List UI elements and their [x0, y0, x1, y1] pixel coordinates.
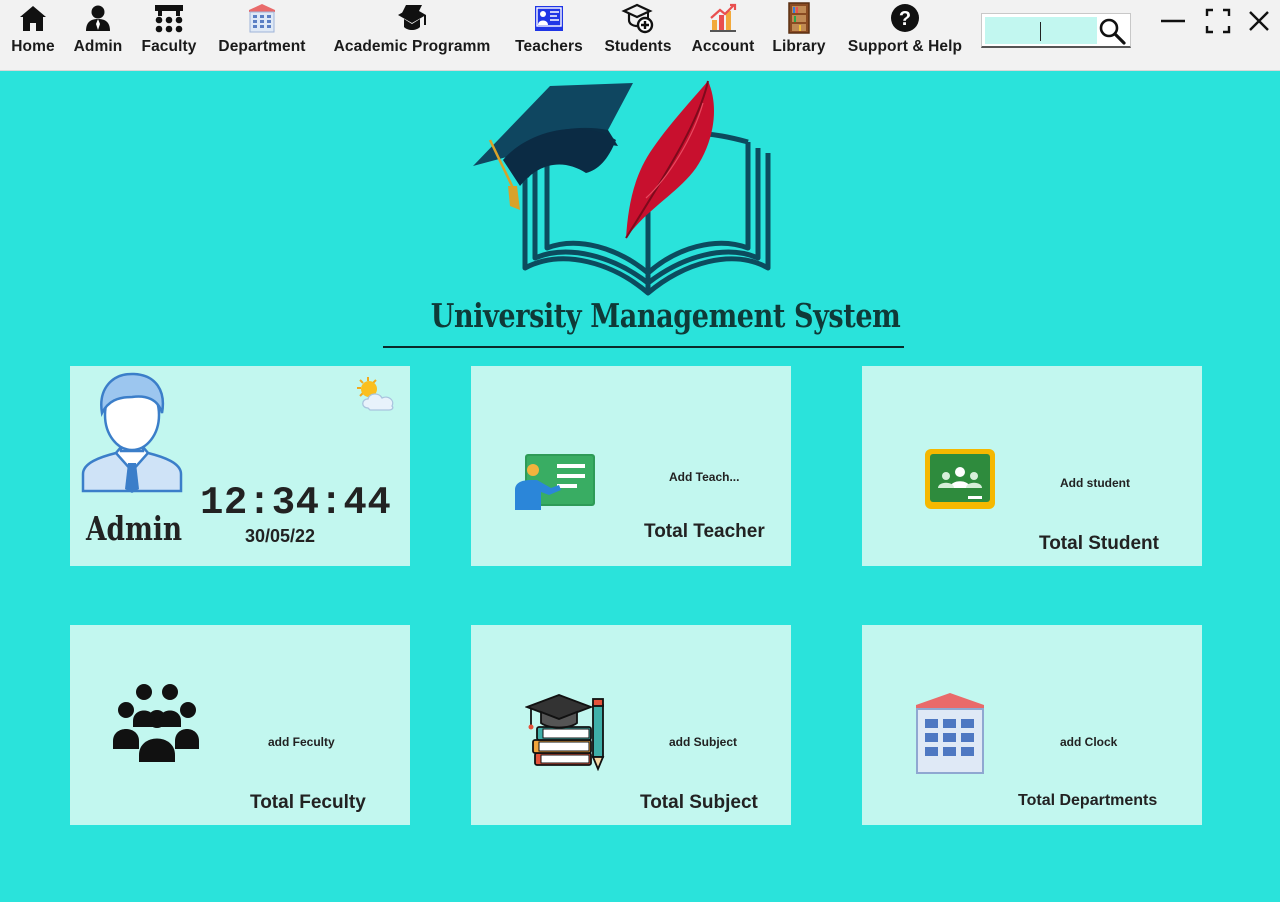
teacher-card[interactable]: Add Teach... Total Teacher — [471, 366, 791, 566]
faculty-card[interactable]: add Feculty Total Feculty — [70, 625, 410, 825]
add-student-link[interactable]: Add student — [1060, 476, 1130, 490]
close-icon[interactable] — [1244, 6, 1274, 36]
search-icon[interactable] — [1097, 16, 1127, 46]
classroom-icon — [924, 448, 996, 515]
student-card[interactable]: Add student Total Student — [862, 366, 1202, 566]
title-underline — [383, 346, 904, 348]
books-cap-pencil-icon — [524, 693, 609, 776]
nav-library[interactable]: Library — [768, 0, 830, 62]
clock-date: 30/05/22 — [245, 526, 316, 546]
nav-support-help[interactable]: ? Support & Help — [842, 0, 968, 62]
add-department-link[interactable]: add Clock — [1060, 735, 1117, 749]
text-caret — [1040, 22, 1041, 41]
svg-text:?: ? — [899, 8, 911, 30]
add-teacher-link[interactable]: Add Teach... — [669, 470, 739, 484]
library-icon — [782, 1, 816, 35]
total-student-label: Total Student — [1039, 533, 1159, 554]
nav-home-label: Home — [11, 38, 55, 55]
admin-avatar-icon — [80, 371, 184, 498]
graduation-cap-book-quill-icon — [473, 80, 771, 296]
admin-name: Admin — [86, 509, 183, 548]
total-departments-label: Total Departments — [1018, 792, 1158, 809]
subject-card[interactable]: add Subject Total Subject — [471, 625, 791, 825]
faculty-icon — [152, 1, 186, 35]
department-icon — [245, 1, 279, 35]
nav-faculty[interactable]: Faculty — [138, 0, 200, 62]
teacher-board-icon — [513, 452, 597, 517]
nav-department[interactable]: Department — [212, 0, 312, 62]
nav-account[interactable]: Account — [689, 0, 757, 62]
university-logo — [468, 78, 778, 300]
students-icon — [621, 1, 655, 35]
add-subject-link[interactable]: add Subject — [669, 735, 737, 749]
nav-academic-program[interactable]: Academic Programm — [326, 0, 498, 62]
nav-support-help-label: Support & Help — [847, 38, 963, 55]
nav-academic-program-label: Academic Programm — [333, 38, 491, 55]
minimize-icon[interactable] — [1158, 6, 1188, 36]
sun-cloud-icon — [354, 376, 398, 417]
nav-students[interactable]: Students — [600, 0, 676, 62]
home-icon — [16, 1, 50, 35]
clock-time: 12:34:44 — [200, 481, 392, 525]
nav-department-label: Department — [218, 38, 306, 55]
academic-program-icon — [395, 1, 429, 35]
total-teacher-label: Total Teacher — [644, 521, 765, 542]
nav-admin-label: Admin — [73, 38, 123, 55]
nav-admin[interactable]: Admin — [71, 0, 125, 62]
account-icon — [706, 1, 740, 35]
total-subject-label: Total Subject — [640, 792, 758, 813]
admin-icon — [81, 1, 115, 35]
search-input[interactable] — [985, 17, 1097, 44]
teachers-icon — [532, 1, 566, 35]
nav-account-label: Account — [691, 38, 755, 55]
nav-teachers-label: Teachers — [515, 38, 583, 55]
total-faculty-label: Total Feculty — [250, 792, 366, 813]
nav-students-label: Students — [604, 38, 672, 55]
top-navigation-bar: Home Admin Faculty Department Academic P… — [0, 0, 1280, 71]
group-people-icon — [112, 683, 200, 768]
nav-library-label: Library — [772, 38, 826, 55]
support-help-icon: ? — [888, 1, 922, 35]
admin-card: Admin 12:34:44 30/05/22 — [70, 366, 410, 566]
search-box — [981, 13, 1131, 48]
nav-teachers[interactable]: Teachers — [511, 0, 587, 62]
department-card[interactable]: add Clock Total Departments — [862, 625, 1202, 825]
maximize-icon[interactable] — [1203, 6, 1233, 36]
nav-home[interactable]: Home — [8, 0, 58, 62]
nav-faculty-label: Faculty — [141, 38, 197, 55]
building-icon — [914, 691, 986, 780]
add-faculty-link[interactable]: add Feculty — [268, 735, 335, 749]
app-title: University Management System — [430, 296, 901, 335]
